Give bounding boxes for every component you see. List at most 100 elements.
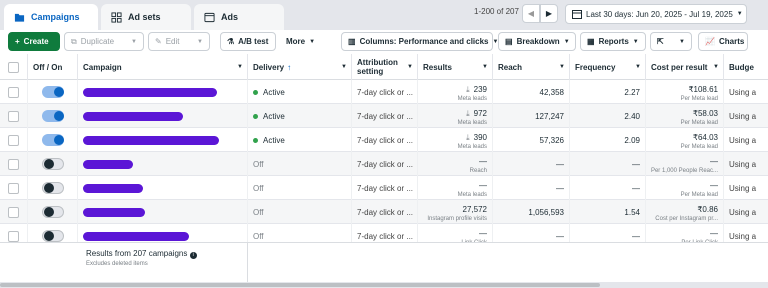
row-checkbox[interactable] [8, 134, 19, 146]
row-checkbox[interactable] [8, 206, 19, 218]
tab-label: Ad sets [128, 12, 161, 22]
column-header-budget[interactable]: Budge [724, 54, 768, 80]
edit-button[interactable]: ✎ Edit ▼ [148, 32, 210, 51]
campaign-toggle[interactable] [41, 158, 64, 170]
column-header-off-on[interactable]: Off / On [28, 54, 78, 80]
campaign-name-cell[interactable] [78, 200, 248, 224]
budget-value: Using a [729, 111, 757, 121]
results-cell: ⤓ 972 Meta leads [418, 104, 493, 128]
tab-label: Campaigns [31, 12, 80, 22]
table-row[interactable]: Off 7-day click or ... — Reach — — — Per… [0, 152, 768, 176]
column-header-frequency[interactable]: Frequency ▼ [570, 54, 646, 80]
column-header-attribution[interactable]: Attribution setting ▼ [352, 54, 418, 80]
campaign-toggle[interactable] [41, 134, 64, 146]
campaign-toggle[interactable] [41, 206, 64, 218]
campaign-name-cell[interactable] [78, 80, 248, 104]
column-header-results[interactable]: Results ▼ [418, 54, 493, 80]
info-icon[interactable]: i [189, 252, 197, 259]
row-checkbox[interactable] [8, 230, 19, 242]
results-number: 390 [473, 133, 487, 142]
more-button[interactable]: More ▼ [280, 32, 330, 51]
row-checkbox[interactable] [8, 86, 19, 98]
row-select-cell [0, 104, 28, 128]
table-row[interactable]: Active 7-day click or ... ⤓ 239 Meta lead… [0, 80, 768, 104]
duplicate-button[interactable]: ⧉ Duplicate ▼ [64, 32, 144, 51]
table-row[interactable]: Active 7-day click or ... ⤓ 972 Meta lead… [0, 104, 768, 128]
columns-button[interactable]: ▥ Columns: Performance and clicks ▼ [341, 32, 498, 51]
row-checkbox[interactable] [8, 110, 19, 122]
column-header-cost-per-result[interactable]: Cost per result ▼ [646, 54, 724, 80]
create-button[interactable]: + Create [8, 32, 60, 51]
sort-ascending-icon: ↑ [287, 62, 292, 72]
tab-ads[interactable]: Ads [194, 4, 284, 30]
active-status-dot [253, 137, 258, 143]
next-page-button[interactable]: ▶ [540, 4, 558, 23]
select-all-checkbox[interactable] [8, 61, 19, 73]
cost-per-result-cell: ₹0.86 Cost per Instagram pr... [646, 200, 724, 224]
frequency-cell: — [570, 152, 646, 176]
sort-icon: ▼ [407, 63, 413, 70]
reports-button[interactable]: ▦ Reports ▼ [580, 32, 646, 51]
date-range-picker[interactable]: Last 30 days: Jun 20, 2025 - Jul 19, 202… [565, 4, 747, 24]
cost-per-result-cell: — Per Meta lead [646, 176, 724, 200]
budget-cell: Using a [724, 200, 768, 224]
tab-ad-sets[interactable]: Ad sets [101, 4, 191, 30]
campaign-name-cell[interactable] [78, 104, 248, 128]
date-range-label: Last 30 days: Jun 20, 2025 - Jul 19, 202… [586, 9, 733, 19]
budget-cell: Using a [724, 80, 768, 104]
table-row[interactable]: Off 7-day click or ... — Meta leads — — … [0, 176, 768, 200]
row-select-cell [0, 200, 28, 224]
results-value: ⤓ 972 [466, 108, 487, 119]
column-header-delivery[interactable]: Delivery ↑ ▼ [248, 54, 352, 80]
results-number: 972 [473, 109, 487, 118]
frequency-value: — [632, 231, 640, 241]
frequency-cell: 2.27 [570, 80, 646, 104]
charts-button[interactable]: 📈 Charts [698, 32, 748, 51]
redacted-campaign-name [83, 231, 189, 241]
report-icon: ▦ [587, 37, 595, 46]
cost-value: — [710, 157, 718, 166]
campaign-toggle[interactable] [41, 230, 64, 242]
campaign-toggle[interactable] [41, 182, 64, 194]
previous-page-button[interactable]: ◀ [522, 4, 540, 23]
table-row[interactable]: Off 7-day click or ... 27,572 Instagram … [0, 200, 768, 224]
campaign-name-cell[interactable] [78, 176, 248, 200]
cost-type: Per Meta lead [680, 96, 718, 102]
export-button[interactable]: ⇱ ▼ [650, 32, 692, 51]
row-checkbox[interactable] [8, 158, 19, 170]
cost-per-result-cell: ₹64.03 Per Meta lead [646, 128, 724, 152]
ab-test-button[interactable]: ⚗ A/B test [220, 32, 276, 51]
campaign-toggle[interactable] [41, 110, 64, 122]
results-value: — [479, 180, 487, 191]
row-checkbox[interactable] [8, 182, 19, 194]
scrollbar-thumb[interactable] [0, 283, 600, 287]
download-icon: ⤓ [466, 85, 470, 94]
cost-per-result-cell: — Per 1,000 People Reac... [646, 152, 724, 176]
horizontal-scrollbar[interactable] [0, 282, 768, 288]
tab-campaigns[interactable]: Campaigns [4, 4, 98, 30]
budget-value: Using a [729, 135, 757, 145]
results-type: Meta leads [457, 96, 487, 102]
delivery-cell: Active [248, 80, 352, 104]
campaign-toggle[interactable] [41, 86, 64, 98]
table-row[interactable]: Active 7-day click or ... ⤓ 390 Meta lead… [0, 128, 768, 152]
column-header-reach[interactable]: Reach ▼ [493, 54, 570, 80]
reports-label: Reports [598, 37, 629, 46]
row-select-cell [0, 152, 28, 176]
breakdown-button[interactable]: ▤ Breakdown ▼ [498, 32, 576, 51]
columns-icon: ▥ [348, 37, 356, 46]
campaign-name-cell[interactable] [78, 152, 248, 176]
results-value: — [479, 156, 487, 167]
campaign-name-cell[interactable] [78, 128, 248, 152]
frequency-value: 2.09 [624, 135, 640, 145]
row-select-cell [0, 80, 28, 104]
results-value: ⤓ 239 [466, 84, 487, 95]
sort-icon: ▼ [237, 64, 243, 70]
column-header-campaign[interactable]: Campaign ▼ [78, 54, 248, 80]
redacted-campaign-name [83, 159, 133, 169]
table-header: Off / On Campaign ▼ Delivery ↑ ▼ Attributio… [0, 54, 768, 80]
reach-value: 1,056,593 [528, 207, 564, 217]
delivery-cell: Active [248, 104, 352, 128]
toggle-cell [28, 200, 78, 224]
cost-per-result-cell: ₹58.03 Per Meta lead [646, 104, 724, 128]
